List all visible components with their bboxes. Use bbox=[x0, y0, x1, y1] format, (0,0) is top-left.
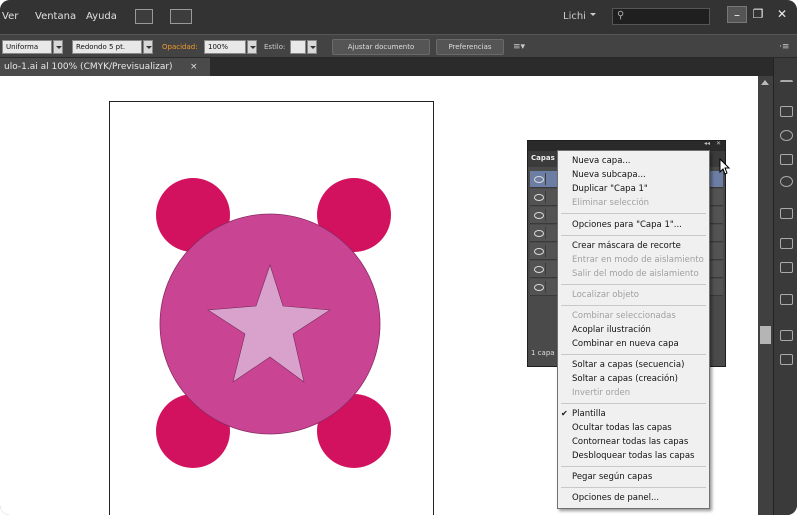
visibility-eye-icon[interactable] bbox=[532, 191, 546, 203]
menu-item-release-build[interactable]: Soltar a capas (creación) bbox=[572, 374, 678, 384]
swatches-panel-icon[interactable] bbox=[780, 130, 793, 141]
menu-item-locate-object[interactable]: Localizar objeto bbox=[572, 290, 639, 300]
scrollbar-thumb[interactable] bbox=[760, 326, 771, 344]
panel-menu-icon[interactable]: ·≡ bbox=[779, 42, 789, 52]
document-tab-bar: ulo-1.ai al 100% (CMYK/Previsualizar) × bbox=[0, 58, 797, 76]
menu-separator bbox=[561, 466, 706, 467]
panel-dock bbox=[773, 58, 797, 515]
visibility-eye-icon[interactable] bbox=[532, 245, 546, 257]
align-panel-icon[interactable] bbox=[780, 330, 793, 341]
restore-button[interactable]: ❐ bbox=[748, 6, 768, 23]
menu-item-paste-remembers-layers[interactable]: Pegar según capas bbox=[572, 472, 652, 482]
style-dropdown[interactable] bbox=[307, 40, 317, 54]
brushes-panel-icon[interactable] bbox=[780, 154, 793, 165]
scroll-up-icon[interactable] bbox=[761, 80, 769, 85]
arrange-panel-icon[interactable]: ≡▾ bbox=[513, 42, 525, 52]
stroke-profile-dropdown[interactable] bbox=[53, 40, 63, 54]
menu-item-unlock-all-layers[interactable]: Desbloquear todas las capas bbox=[572, 451, 694, 461]
layer-count: 1 capa bbox=[531, 349, 555, 357]
document-tab-title: ulo-1.ai al 100% (CMYK/Previsualizar) bbox=[4, 62, 173, 72]
style-label: Estilo: bbox=[264, 43, 286, 51]
dock-grip-icon[interactable] bbox=[780, 80, 793, 91]
menu-item-reverse-order[interactable]: Invertir orden bbox=[572, 388, 630, 398]
stroke-panel-icon[interactable] bbox=[780, 208, 793, 219]
layers-panel-menu: Nueva capa... Nueva subcapa... Duplicar … bbox=[557, 150, 710, 509]
search-icon: ⚲ bbox=[617, 10, 625, 21]
search-field[interactable]: ⚲ bbox=[612, 8, 710, 25]
menu-item-outline-all-layers[interactable]: Contornear todas las capas bbox=[572, 437, 688, 447]
arrange-documents-icon[interactable] bbox=[170, 9, 192, 24]
menu-item-flatten-artwork[interactable]: Acoplar ilustración bbox=[572, 325, 651, 335]
menu-item-exit-isolation[interactable]: Salir del modo de aislamiento bbox=[572, 269, 699, 279]
collapse-panel-icon[interactable]: ◂◂ bbox=[704, 140, 710, 147]
visibility-eye-icon[interactable] bbox=[532, 263, 546, 275]
mouse-pointer-icon bbox=[719, 158, 731, 175]
opacity-label[interactable]: Opacidad: bbox=[162, 43, 198, 51]
transparency-panel-icon[interactable] bbox=[780, 262, 793, 273]
menu-item-new-sublayer[interactable]: Nueva subcapa... bbox=[572, 170, 646, 180]
menu-item-layer-options[interactable]: Opciones para "Capa 1"... bbox=[572, 220, 682, 230]
menu-separator bbox=[561, 403, 706, 404]
menu-separator bbox=[561, 213, 706, 214]
menu-item-make-clipping-mask[interactable]: Crear máscara de recorte bbox=[572, 241, 681, 251]
opacity-dropdown[interactable] bbox=[247, 40, 257, 54]
menu-item-collect-new-layer[interactable]: Combinar en nueva capa bbox=[572, 339, 679, 349]
menu-separator bbox=[561, 487, 706, 488]
menu-item-merge-selected[interactable]: Combinar seleccionadas bbox=[572, 311, 676, 321]
menu-separator bbox=[561, 305, 706, 306]
menu-separator bbox=[561, 284, 706, 285]
visibility-eye-icon[interactable] bbox=[532, 227, 546, 239]
color-panel-icon[interactable] bbox=[780, 106, 793, 117]
opacity-field[interactable]: 100% bbox=[204, 40, 246, 54]
menu-ver[interactable]: Ver bbox=[2, 11, 18, 22]
workspace-dropdown-icon[interactable] bbox=[590, 13, 596, 16]
checkmark-icon: ✔ bbox=[561, 409, 568, 418]
fit-document-button[interactable]: Ajustar documento bbox=[332, 39, 430, 55]
visibility-eye-icon[interactable] bbox=[532, 281, 546, 293]
brush-field[interactable]: Redondo 5 pt. bbox=[72, 40, 142, 54]
close-panel-icon[interactable]: ✕ bbox=[716, 140, 721, 147]
symbols-panel-icon[interactable] bbox=[780, 176, 793, 187]
menu-item-release-sequence[interactable]: Soltar a capas (secuencia) bbox=[572, 360, 684, 370]
stroke-profile-field[interactable]: Uniforma bbox=[2, 40, 52, 54]
minimize-button[interactable]: – bbox=[727, 6, 747, 23]
menu-item-duplicate-layer[interactable]: Duplicar "Capa 1" bbox=[572, 184, 648, 194]
gradient-panel-icon[interactable] bbox=[780, 238, 793, 249]
layers-panel-icon[interactable] bbox=[780, 354, 793, 365]
menu-ayuda[interactable]: Ayuda bbox=[86, 11, 117, 22]
vertical-scrollbar[interactable] bbox=[758, 76, 773, 515]
workspace-switcher[interactable]: Lichi bbox=[563, 11, 586, 22]
menu-item-new-layer[interactable]: Nueva capa... bbox=[572, 156, 631, 166]
document-tab[interactable]: ulo-1.ai al 100% (CMYK/Previsualizar) × bbox=[0, 58, 210, 76]
visibility-eye-icon[interactable] bbox=[532, 209, 546, 221]
appearance-panel-icon[interactable] bbox=[780, 294, 793, 305]
menu-separator bbox=[561, 235, 706, 236]
close-tab-icon[interactable]: × bbox=[190, 58, 198, 76]
menu-item-enter-isolation[interactable]: Entrar en modo de aislamiento bbox=[572, 255, 704, 265]
menu-ventana[interactable]: Ventana bbox=[35, 11, 76, 22]
menu-bar: Ver Ventana Ayuda Lichi ⚲ – ❐ ✕ bbox=[0, 0, 797, 34]
style-swatch[interactable] bbox=[290, 40, 306, 54]
visibility-eye-icon[interactable] bbox=[532, 173, 546, 185]
illustrator-window: Ver Ventana Ayuda Lichi ⚲ – ❐ ✕ Uniforma… bbox=[0, 0, 797, 515]
close-window-button[interactable]: ✕ bbox=[772, 6, 792, 23]
menu-item-hide-all-layers[interactable]: Ocultar todas las capas bbox=[572, 423, 672, 433]
layers-tab[interactable]: Capas bbox=[531, 154, 555, 162]
bridge-icon[interactable] bbox=[135, 9, 153, 24]
menu-item-panel-options[interactable]: Opciones de panel... bbox=[572, 493, 659, 503]
menu-separator bbox=[561, 354, 706, 355]
menu-item-delete-selection[interactable]: Eliminar selección bbox=[572, 198, 649, 208]
control-bar: Uniforma Redondo 5 pt. Opacidad: 100% Es… bbox=[0, 34, 797, 58]
menu-item-template[interactable]: Plantilla bbox=[572, 409, 606, 419]
preferences-button[interactable]: Preferencias bbox=[436, 39, 504, 55]
brush-dropdown[interactable] bbox=[143, 40, 153, 54]
